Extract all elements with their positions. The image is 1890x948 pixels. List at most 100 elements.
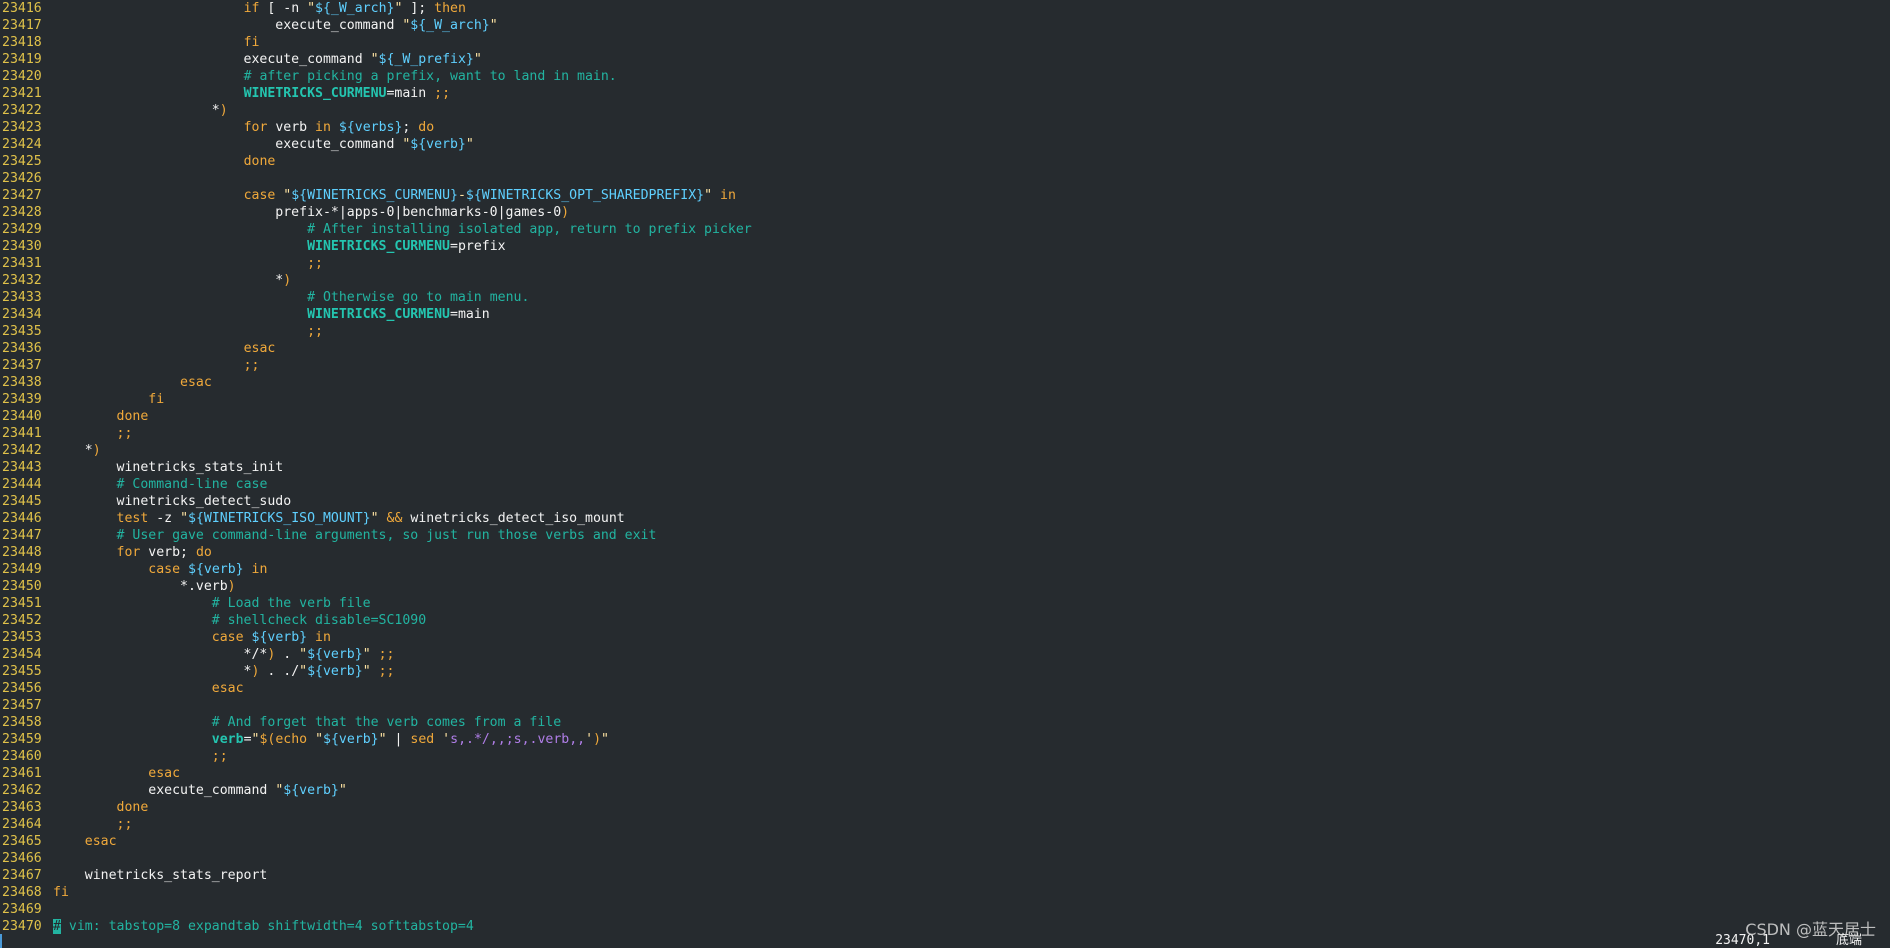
code-line[interactable]: 23430 WINETRICKS_CURMENU=prefix	[0, 238, 1890, 255]
code-line[interactable]: 23435 ;;	[0, 323, 1890, 340]
code-line[interactable]: 23438 esac	[0, 374, 1890, 391]
line-content[interactable]: for verb; do	[45, 544, 212, 561]
code-line[interactable]: 23452 # shellcheck disable=SC1090	[0, 612, 1890, 629]
line-content[interactable]: execute_command "${verb}"	[45, 136, 474, 153]
line-content[interactable]: execute_command "${_W_arch}"	[45, 17, 497, 34]
code-line[interactable]: 23425 done	[0, 153, 1890, 170]
code-line[interactable]: 23424 execute_command "${verb}"	[0, 136, 1890, 153]
line-content[interactable]: case ${verb} in	[45, 629, 331, 646]
line-content[interactable]: *)	[45, 442, 101, 459]
code-line[interactable]: 23416 if [ -n "${_W_arch}" ]; then	[0, 0, 1890, 17]
code-buffer[interactable]: 23416 if [ -n "${_W_arch}" ]; then 23417 …	[0, 0, 1890, 935]
line-content[interactable]: esac	[45, 374, 212, 391]
code-line[interactable]: 23437 ;;	[0, 357, 1890, 374]
line-content[interactable]: for verb in ${verbs}; do	[45, 119, 435, 136]
code-line[interactable]: 23464 ;;	[0, 816, 1890, 833]
line-content[interactable]: # after picking a prefix, want to land i…	[45, 68, 617, 85]
code-line[interactable]: 23419 execute_command "${_W_prefix}"	[0, 51, 1890, 68]
line-content[interactable]: fi	[45, 391, 164, 408]
code-line[interactable]: 23436 esac	[0, 340, 1890, 357]
code-line[interactable]: 23459 verb="$(echo "${verb}" | sed 's,.*…	[0, 731, 1890, 748]
line-content[interactable]: ;;	[45, 748, 228, 765]
code-line[interactable]: 23457	[0, 697, 1890, 714]
code-line[interactable]: 23441 ;;	[0, 425, 1890, 442]
code-line[interactable]: 23431 ;;	[0, 255, 1890, 272]
code-line[interactable]: 23460 ;;	[0, 748, 1890, 765]
line-content[interactable]: # Command-line case	[45, 476, 268, 493]
code-line[interactable]: 23421 WINETRICKS_CURMENU=main ;;	[0, 85, 1890, 102]
code-line[interactable]: 23443 winetricks_stats_init	[0, 459, 1890, 476]
line-content[interactable]	[45, 697, 53, 714]
code-line[interactable]: 23461 esac	[0, 765, 1890, 782]
line-content[interactable]	[45, 170, 53, 187]
line-content[interactable]: winetricks_stats_report	[45, 867, 268, 884]
line-content[interactable]: # After installing isolated app, return …	[45, 221, 752, 238]
line-content[interactable]: # shellcheck disable=SC1090	[45, 612, 426, 629]
code-line[interactable]: 23446 test -z "${WINETRICKS_ISO_MOUNT}" …	[0, 510, 1890, 527]
line-content[interactable]: winetricks_stats_init	[45, 459, 284, 476]
line-content[interactable]: esac	[45, 340, 276, 357]
code-line[interactable]: 23463 done	[0, 799, 1890, 816]
code-line[interactable]: 23442 *)	[0, 442, 1890, 459]
line-content[interactable]: ;;	[45, 425, 133, 442]
code-line[interactable]: 23453 case ${verb} in	[0, 629, 1890, 646]
line-content[interactable]: */*) . "${verb}" ;;	[45, 646, 395, 663]
line-content[interactable]: # Otherwise go to main menu.	[45, 289, 529, 306]
code-line[interactable]: 23469	[0, 901, 1890, 918]
code-line[interactable]: 23467 winetricks_stats_report	[0, 867, 1890, 884]
line-content[interactable]: # And forget that the verb comes from a …	[45, 714, 561, 731]
line-content[interactable]: execute_command "${_W_prefix}"	[45, 51, 482, 68]
code-line[interactable]: 23448 for verb; do	[0, 544, 1890, 561]
line-content[interactable]: execute_command "${verb}"	[45, 782, 347, 799]
code-line[interactable]: 23450 *.verb)	[0, 578, 1890, 595]
line-content[interactable]: *) . ./"${verb}" ;;	[45, 663, 395, 680]
code-line[interactable]: 23427 case " ${WINETRICKS_CURMENU}-${WINE…	[0, 187, 1890, 204]
code-line[interactable]: 23468 fi	[0, 884, 1890, 901]
code-line[interactable]: 23428 prefix-*|apps-0|benchmarks-0|games…	[0, 204, 1890, 221]
code-line[interactable]: 23417 execute_command "${_W_arch}"	[0, 17, 1890, 34]
line-content[interactable]: ;;	[45, 357, 260, 374]
line-content[interactable]: done	[45, 408, 149, 425]
line-content[interactable]: fi	[45, 884, 69, 901]
code-line[interactable]: 23440 done	[0, 408, 1890, 425]
code-line[interactable]: 23445 winetricks_detect_sudo	[0, 493, 1890, 510]
line-content[interactable]: if [ -n "${_W_arch}" ]; then	[45, 0, 466, 17]
line-content[interactable]: winetricks_detect_sudo	[45, 493, 292, 510]
line-content[interactable]: prefix-*|apps-0|benchmarks-0|games-0)	[45, 204, 569, 221]
code-line[interactable]: 23466	[0, 850, 1890, 867]
line-content[interactable]	[45, 901, 53, 918]
line-content[interactable]: case ${verb} in	[45, 561, 267, 578]
code-line[interactable]: 23439 fi	[0, 391, 1890, 408]
line-content[interactable]	[45, 850, 53, 867]
code-line[interactable]: 23451 # Load the verb file	[0, 595, 1890, 612]
line-content[interactable]: case " ${WINETRICKS_CURMENU}-${WINETRICKS…	[45, 187, 736, 204]
code-line[interactable]: 23426	[0, 170, 1890, 187]
line-content[interactable]: done	[45, 153, 276, 170]
code-line[interactable]: 23422 *)	[0, 102, 1890, 119]
code-line[interactable]: 23432 *)	[0, 272, 1890, 289]
line-content[interactable]: *.verb)	[45, 578, 236, 595]
line-content[interactable]: ;;	[45, 816, 133, 833]
line-content[interactable]: ;;	[45, 323, 323, 340]
line-content[interactable]: WINETRICKS_CURMENU=main	[45, 306, 490, 323]
vim-editor-window[interactable]: 23416 if [ -n "${_W_arch}" ]; then 23417 …	[0, 0, 1890, 948]
code-line[interactable]: 23420 # after picking a prefix, want to …	[0, 68, 1890, 85]
code-line[interactable]: 23433 # Otherwise go to main menu.	[0, 289, 1890, 306]
line-content[interactable]: WINETRICKS_CURMENU=prefix	[45, 238, 506, 255]
line-content[interactable]: ;;	[45, 255, 323, 272]
code-line[interactable]: 23454 */*) . "${verb}" ;;	[0, 646, 1890, 663]
line-content[interactable]: *)	[45, 272, 291, 289]
line-content[interactable]: # Load the verb file	[45, 595, 371, 612]
line-content[interactable]: *)	[45, 102, 228, 119]
code-line[interactable]: 23462 execute_command "${verb}"	[0, 782, 1890, 799]
line-content[interactable]: fi	[45, 34, 260, 51]
line-content[interactable]: esac	[45, 680, 244, 697]
code-line[interactable]: 23456 esac	[0, 680, 1890, 697]
line-content[interactable]: # User gave command-line arguments, so j…	[45, 527, 657, 544]
code-line[interactable]: 23434 WINETRICKS_CURMENU=main	[0, 306, 1890, 323]
code-line[interactable]: 23458 # And forget that the verb comes f…	[0, 714, 1890, 731]
code-line[interactable]: 23455 *) . ./"${verb}" ;;	[0, 663, 1890, 680]
code-line[interactable]: 23447 # User gave command-line arguments…	[0, 527, 1890, 544]
code-line[interactable]: 23418 fi	[0, 34, 1890, 51]
line-content[interactable]: done	[45, 799, 149, 816]
